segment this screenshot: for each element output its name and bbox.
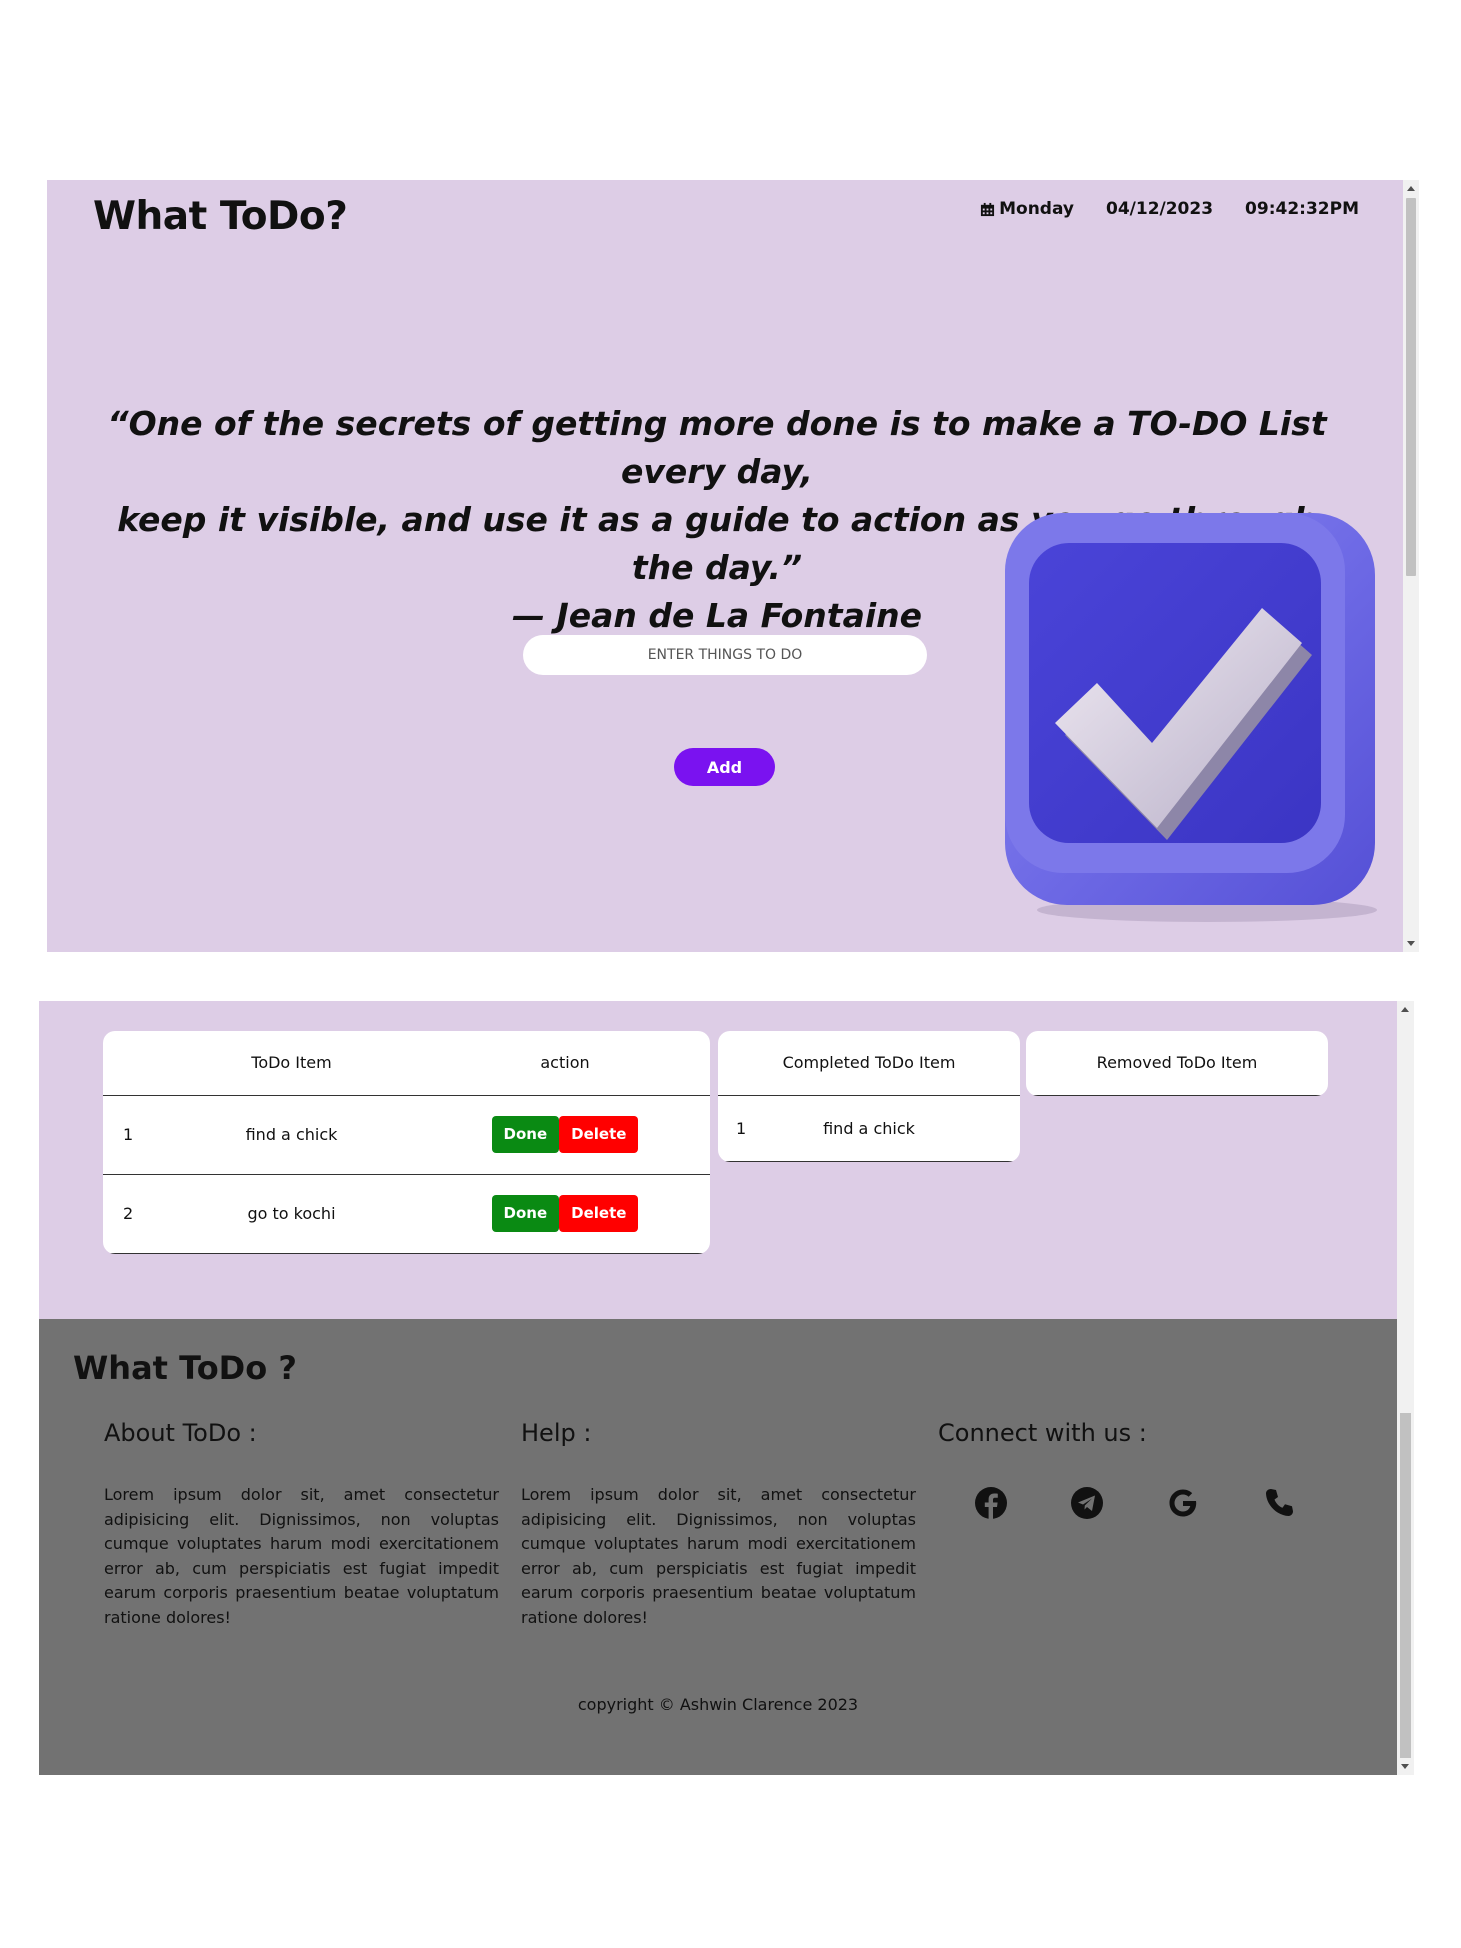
help-title: Help : (521, 1419, 592, 1447)
scroll-down-icon[interactable] (1401, 1764, 1409, 1769)
scroll-down-icon[interactable] (1407, 941, 1415, 946)
todo-item-text: go to kochi (163, 1174, 420, 1254)
table-row: 1 find a chick (718, 1095, 1020, 1162)
calendar-icon (981, 202, 995, 216)
completed-table-panel: Completed ToDo Item 1 find a chick (718, 1031, 1020, 1162)
list-screen: ToDo Item action 1 find a chick Done Dele… (39, 1001, 1414, 1775)
num-header (103, 1031, 163, 1096)
done-button[interactable]: Done (491, 1195, 560, 1232)
completed-header: Completed ToDo Item (718, 1031, 1020, 1096)
social-links (971, 1483, 1333, 1523)
help-text: Lorem ipsum dolor sit, amet consectetur … (521, 1485, 916, 1627)
removed-table: Removed ToDo Item (1026, 1031, 1328, 1096)
todo-item-header: ToDo Item (163, 1031, 420, 1096)
date-time-bar: Monday 04/12/2023 09:42:32PM (980, 199, 1359, 219)
removed-header: Removed ToDo Item (1026, 1031, 1328, 1096)
vertical-scrollbar[interactable] (1397, 1001, 1414, 1775)
google-icon[interactable] (1163, 1483, 1203, 1523)
about-text: Lorem ipsum dolor sit, amet consectetur … (104, 1485, 499, 1627)
todo-item-text: find a chick (163, 1095, 420, 1175)
add-button[interactable]: Add (674, 748, 775, 786)
help-section: Help : Lorem ipsum dolor sit, amet conse… (521, 1419, 916, 1630)
time-label: 09:42:32PM (1245, 199, 1359, 219)
todo-input[interactable] (523, 635, 927, 675)
scrollbar-thumb[interactable] (1400, 1413, 1411, 1758)
delete-button[interactable]: Delete (559, 1116, 639, 1153)
about-title: About ToDo : (104, 1419, 257, 1447)
app-title: What ToDo? (93, 194, 348, 239)
footer: What ToDo ? About ToDo : Lorem ipsum dol… (39, 1319, 1397, 1775)
day-display: Monday (980, 199, 1074, 219)
done-button[interactable]: Done (491, 1116, 560, 1153)
removed-table-panel: Removed ToDo Item (1026, 1031, 1328, 1096)
facebook-icon[interactable] (971, 1483, 1011, 1523)
telegram-icon[interactable] (1067, 1483, 1107, 1523)
table-row: 2 go to kochi Done Delete (103, 1174, 710, 1254)
connect-section: Connect with us : (938, 1419, 1333, 1523)
footer-brand: What ToDo ? (73, 1349, 297, 1387)
quote-line-1: “One of the secrets of getting more done… (107, 404, 1327, 491)
action-header: action (420, 1031, 710, 1096)
delete-button[interactable]: Delete (559, 1195, 639, 1232)
row-number: 1 (718, 1095, 758, 1162)
completed-item-text: find a chick (758, 1095, 1020, 1162)
phone-icon[interactable] (1259, 1483, 1299, 1523)
row-actions: Done Delete (420, 1174, 710, 1254)
date-label: 04/12/2023 (1106, 199, 1214, 219)
row-number: 2 (103, 1174, 163, 1254)
connect-title: Connect with us : (938, 1419, 1147, 1447)
scroll-up-icon[interactable] (1407, 186, 1415, 191)
table-row: 1 find a chick Done Delete (103, 1095, 710, 1175)
row-actions: Done Delete (420, 1095, 710, 1175)
todo-table-panel: ToDo Item action 1 find a chick Done Dele… (103, 1031, 710, 1254)
copyright-text: copyright © Ashwin Clarence 2023 (577, 1695, 859, 1714)
row-number: 1 (103, 1095, 163, 1175)
completed-table: Completed ToDo Item 1 find a chick (718, 1031, 1020, 1162)
about-section: About ToDo : Lorem ipsum dolor sit, amet… (104, 1419, 499, 1630)
scroll-up-icon[interactable] (1401, 1007, 1409, 1012)
day-label: Monday (999, 199, 1074, 219)
todo-table: ToDo Item action 1 find a chick Done Dele… (103, 1031, 710, 1254)
checkmark-illustration (1005, 513, 1377, 922)
scrollbar-thumb[interactable] (1406, 198, 1416, 576)
hero-screen: What ToDo? Monday 04/12/2023 09:42:32PM … (47, 180, 1419, 952)
vertical-scrollbar[interactable] (1403, 180, 1419, 952)
